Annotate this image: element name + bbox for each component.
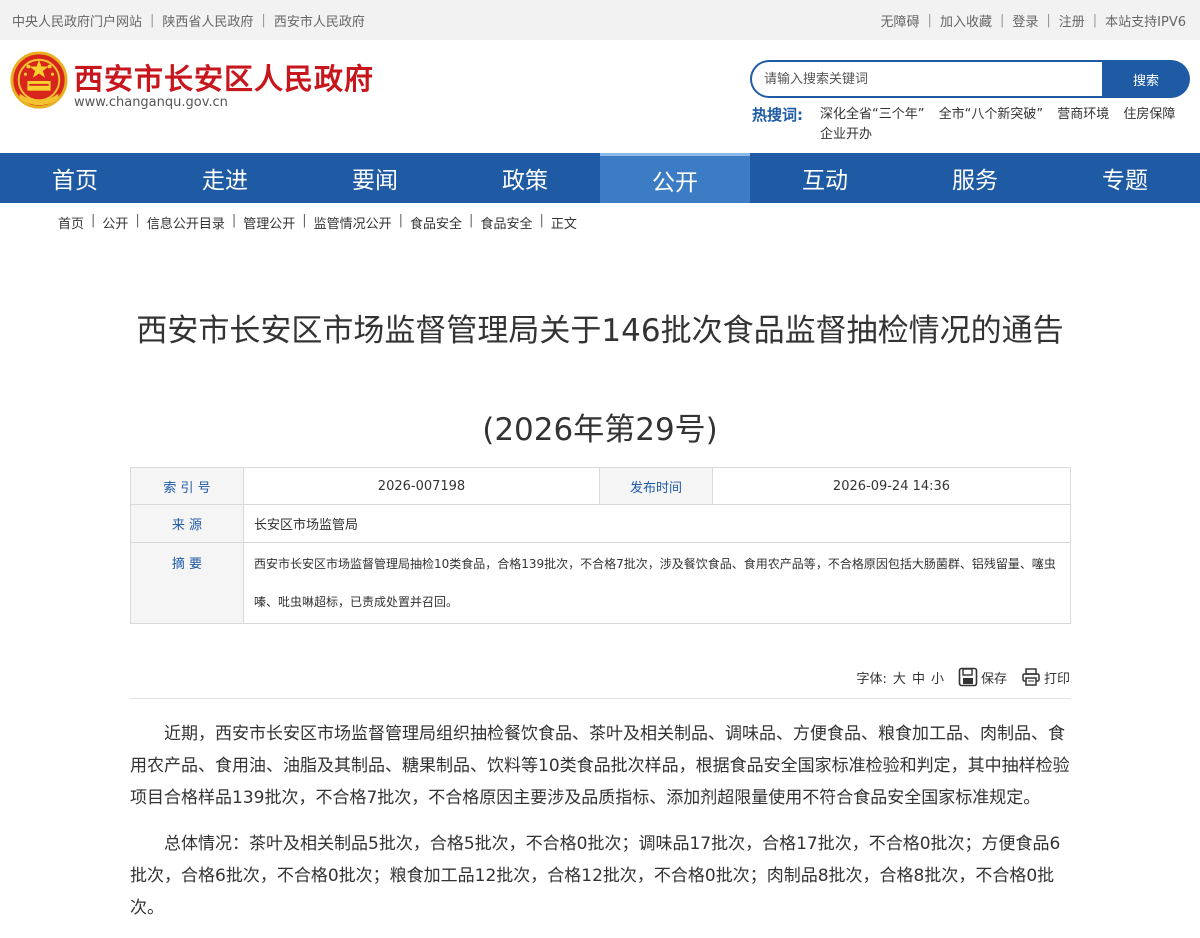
main-nav: 首页 走进 要闻 政策 公开 互动 服务 专题 [0,153,1200,203]
separator: | [1092,12,1098,28]
separator: | [150,12,155,28]
breadcrumb-separator: | [398,213,404,228]
article-body: 近期，西安市长安区市场监督管理局组织抽检餐饮食品、茶叶及相关制品、调味品、方便食… [130,718,1072,938]
article-meta-table: 索 引 号 2026-007198 发布时间 2026-09-24 14:36 … [130,467,1071,624]
save-icon [958,667,978,687]
source-label: 来 源 [130,504,244,543]
register-link[interactable]: 注册 [1059,11,1085,30]
nav-item-service[interactable]: 服务 [900,153,1050,203]
breadcrumb-separator: | [302,213,307,228]
nav-item-topics[interactable]: 专题 [1050,153,1200,203]
nav-item-news[interactable]: 要闻 [300,153,450,203]
breadcrumb-food-safety-sub[interactable]: 食品安全 [480,213,532,232]
print-label: 打印 [1043,671,1070,687]
hot-word[interactable]: 全市“八个新突破” [939,107,1043,122]
breadcrumb-separator: | [231,213,237,228]
link-central-gov[interactable]: 中央人民政府门户网站 [12,11,142,30]
summary-value: 西安市长安区市场监督管理局抽检10类食品，合格139批次，不合格7批次，涉及餐饮… [243,542,1071,624]
search-button[interactable]: 搜索 [1102,60,1190,98]
index-value: 2026-007198 [243,467,600,505]
search-input[interactable] [750,60,1102,98]
summary-label: 摘 要 [130,542,244,624]
meta-row: 来 源 长安区市场监管局 [130,504,1071,543]
breadcrumb-separator: | [469,213,474,228]
link-xian-gov[interactable]: 西安市人民政府 [274,11,365,30]
content-divider [130,698,1071,699]
save-label: 保存 [980,671,1007,687]
hot-word[interactable]: 住房保障 [1123,107,1175,122]
link-shaanxi-gov[interactable]: 陕西省人民政府 [162,11,253,30]
breadcrumb: 首页 | 公开 | 信息公开目录 | 管理公开 | 监管情况公开 | 食品安全 | 食品安全… [58,213,577,232]
site-header: 西安市长安区人民政府 www.changanqu.gov.cn 搜索 热搜词: … [0,40,1200,153]
add-favorite-link[interactable]: 加入收藏 [940,11,992,30]
print-icon [1022,668,1040,686]
font-medium-button[interactable]: 中 [912,668,925,687]
breadcrumb-separator: | [539,213,544,228]
breadcrumb-home[interactable]: 首页 [58,213,84,232]
nav-item-home[interactable]: 首页 [0,153,150,203]
site-url: www.changanqu.gov.cn [74,95,228,110]
nav-item-policy[interactable]: 政策 [450,153,600,203]
save-button[interactable]: 保存 [958,667,1007,687]
national-emblem-icon [10,51,68,109]
breadcrumb-current: 正文 [550,217,577,232]
utility-links: 无障碍 | 加入收藏 | 登录 | 注册 | 本站支持IPV6 [881,11,1186,30]
article-paragraph: 近期，西安市长安区市场监督管理局组织抽检餐饮食品、茶叶及相关制品、调味品、方便食… [130,724,1070,808]
breadcrumb-separator: | [135,213,140,228]
hot-word[interactable]: 企业开办 [820,127,872,142]
site-title[interactable]: 西安市长安区人民政府 [74,56,374,98]
index-label: 索 引 号 [130,467,244,505]
login-link[interactable]: 登录 [1012,11,1038,30]
breadcrumb-supervision[interactable]: 监管情况公开 [314,213,392,232]
breadcrumb-food-safety[interactable]: 食品安全 [410,213,462,232]
hot-search-label: 热搜词: [752,106,803,124]
breadcrumb-catalog[interactable]: 信息公开目录 [147,213,225,232]
date-value: 2026-09-24 14:36 [712,467,1071,505]
article-subtitle: (2026年第29号) [482,412,718,448]
ipv6-note: 本站支持IPV6 [1105,14,1186,30]
separator: | [927,12,932,28]
separator: | [261,12,266,28]
breadcrumb-public[interactable]: 公开 [102,213,128,232]
nav-item-public[interactable]: 公开 [600,153,750,203]
article-paragraph: 总体情况：茶叶及相关制品5批次，合格5批次，不合格0批次；调味品17批次，合格1… [130,834,1061,918]
hot-word[interactable]: 深化全省“三个年” [820,107,924,122]
font-small-button[interactable]: 小 [931,668,944,687]
font-size-label: 字体: [856,671,887,687]
hot-word[interactable]: 营商环境 [1057,107,1109,122]
date-label: 发布时间 [599,467,713,505]
meta-row: 摘 要 西安市长安区市场监督管理局抽检10类食品，合格139批次，不合格7批次，… [130,542,1071,624]
search-bar: 搜索 [750,60,1190,98]
nav-item-interact[interactable]: 互动 [750,153,900,203]
hot-search-words: 深化全省“三个年” 全市“八个新突破” 营商环境 住房保障 企业开办 [820,105,1180,145]
separator: | [1046,12,1051,28]
font-large-button[interactable]: 大 [893,668,906,687]
breadcrumb-separator: | [91,213,96,228]
article-title: 西安市长安区市场监督管理局关于146批次食品监督抽检情况的通告 [136,313,1064,349]
article-tools: 字体: 大 中 小 保存 打印 [857,667,1070,687]
external-links: 中央人民政府门户网站 | 陕西省人民政府 | 西安市人民政府 [12,11,365,30]
accessibility-link[interactable]: 无障碍 [881,11,920,30]
separator: | [999,12,1005,28]
breadcrumb-management[interactable]: 管理公开 [243,213,295,232]
top-utility-bar: 中央人民政府门户网站 | 陕西省人民政府 | 西安市人民政府 无障碍 | 加入收… [0,0,1200,40]
source-value: 长安区市场监管局 [243,504,1071,543]
meta-row: 索 引 号 2026-007198 发布时间 2026-09-24 14:36 [130,467,1071,505]
print-button[interactable]: 打印 [1021,667,1070,687]
nav-item-about[interactable]: 走进 [150,153,300,203]
